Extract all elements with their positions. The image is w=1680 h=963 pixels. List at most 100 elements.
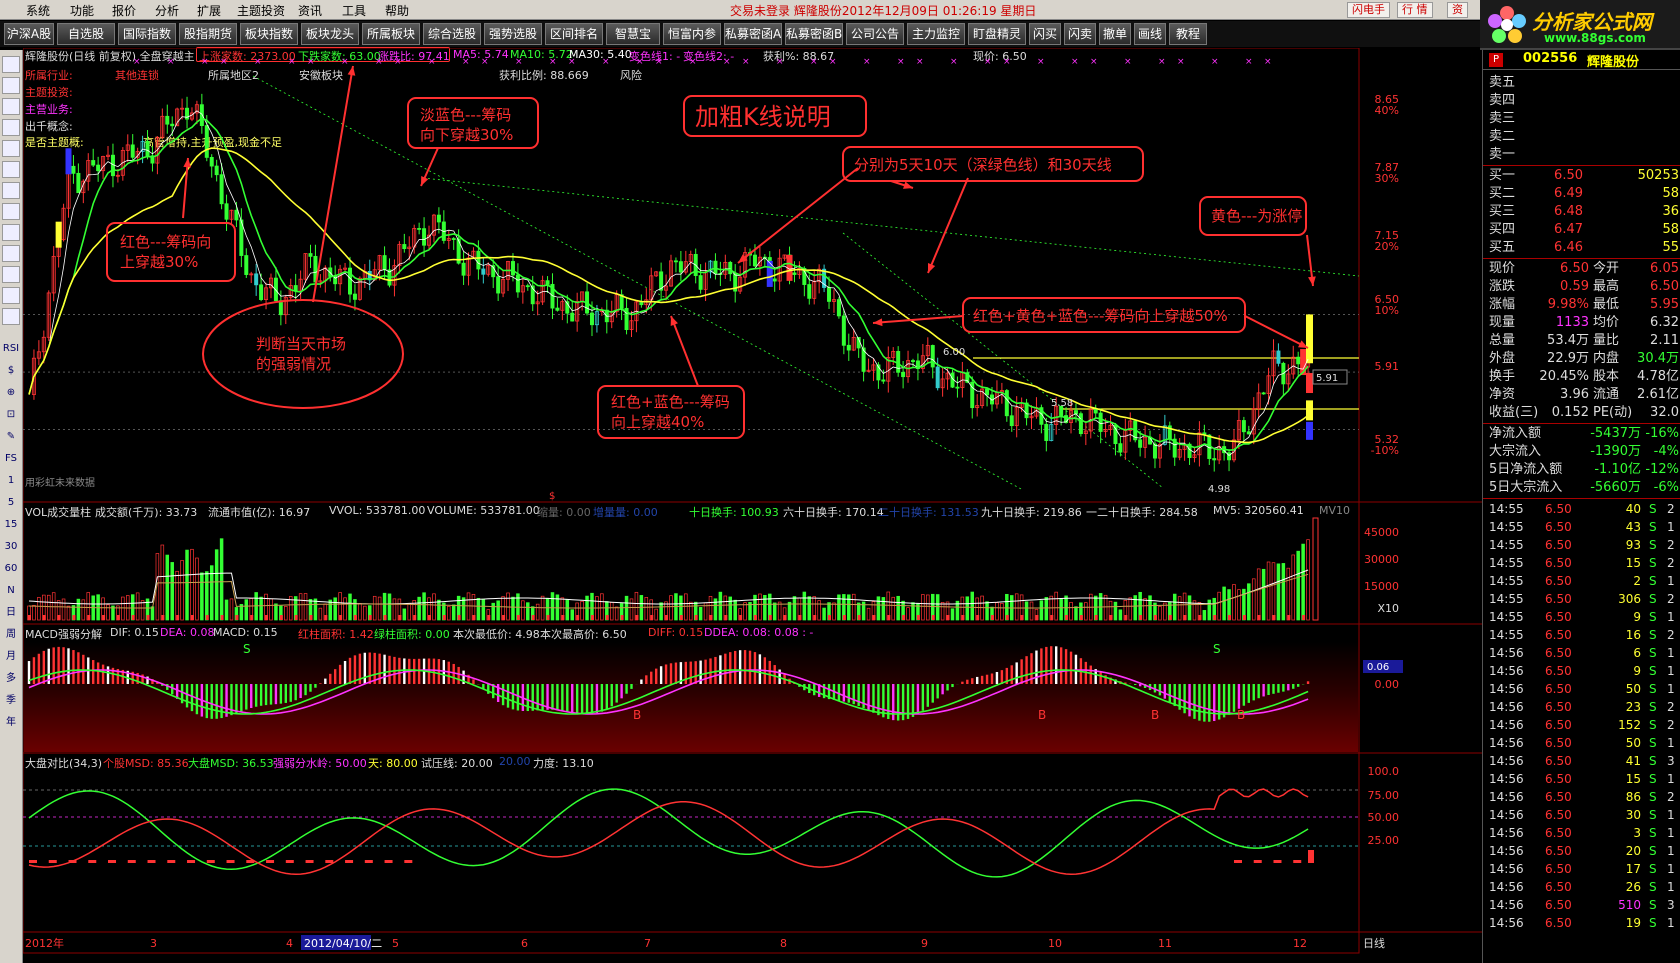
- quote-button[interactable]: 行 情: [1397, 2, 1433, 18]
- tab-10[interactable]: 智慧宝: [606, 23, 660, 45]
- bid-label-1: 买二: [1489, 186, 1516, 201]
- tool-icon-3[interactable]: [2, 119, 20, 136]
- volume-bar: [659, 602, 663, 621]
- tool-2[interactable]: ⊕: [2, 384, 20, 401]
- menu-help[interactable]: 帮助: [385, 2, 409, 19]
- tool-icon-2[interactable]: [2, 98, 20, 115]
- tab-20[interactable]: 画线: [1134, 23, 1166, 45]
- tool-15[interactable]: 多: [2, 670, 20, 687]
- tool-icon-12[interactable]: [2, 308, 20, 325]
- tool-icon-5[interactable]: [2, 161, 20, 178]
- tool-icon-4[interactable]: [2, 140, 20, 157]
- tab-17[interactable]: 闪买: [1029, 23, 1061, 45]
- tool-16[interactable]: 季: [2, 692, 20, 709]
- macd-bar: [245, 684, 248, 710]
- tool-10[interactable]: 60: [2, 560, 20, 577]
- tool-8[interactable]: 15: [2, 516, 20, 533]
- tab-0[interactable]: 沪深A股: [4, 23, 54, 45]
- pin-icon[interactable]: P: [1489, 53, 1503, 67]
- tool-icon-7[interactable]: [2, 203, 20, 220]
- tool-icon-6[interactable]: [2, 182, 20, 199]
- tool-12[interactable]: 日: [2, 604, 20, 621]
- tick-row: 14:56 6.50 15 S 1: [1483, 770, 1680, 788]
- volume-bar: [684, 593, 688, 621]
- vol-ground-mark: [1065, 615, 1069, 620]
- tab-9[interactable]: 区间排名: [545, 23, 603, 45]
- volume-bar: [61, 598, 66, 621]
- stat-row: 总量 53.4万 量比 2.11: [1483, 332, 1680, 350]
- stat-label-a-5: 外盘: [1489, 351, 1516, 366]
- macd-bar: [338, 664, 342, 684]
- tick-time-21: 14:56: [1489, 880, 1524, 894]
- tool-icon-0[interactable]: [2, 56, 20, 73]
- chart-area[interactable]: × × × × × × × × × × × × × × × × × × × × × × × × × × × × × × × × × × × × × × × ×…: [23, 48, 1482, 963]
- tab-21[interactable]: 教程: [1169, 23, 1207, 45]
- tick-price-17: 6.50: [1545, 808, 1572, 822]
- volume-bar: [32, 604, 36, 621]
- tab-12[interactable]: 私募密函A: [724, 23, 782, 45]
- macd-bar: [32, 657, 36, 684]
- macd-bar: [250, 684, 253, 709]
- tool-11[interactable]: N: [2, 582, 20, 599]
- volume-bar: [1202, 610, 1207, 621]
- info-button[interactable]: 资: [1447, 2, 1468, 18]
- tool-5[interactable]: FS: [2, 450, 20, 467]
- tab-8[interactable]: 强势选股: [484, 23, 542, 45]
- macd-bar: [1188, 684, 1191, 717]
- signal-mark: ×: [776, 57, 784, 67]
- tool-0[interactable]: RSI: [2, 340, 20, 357]
- menu-quote[interactable]: 报价: [112, 2, 136, 19]
- tab-5[interactable]: 板块龙头: [301, 23, 359, 45]
- ask-row: 卖三: [1483, 110, 1680, 128]
- vol-ground-mark: [442, 615, 446, 620]
- volume-bar: [451, 604, 456, 621]
- flash-trade-button[interactable]: 闪电手: [1347, 2, 1390, 18]
- tab-6[interactable]: 所属板块: [362, 23, 420, 45]
- stat-label-b-2: 最低: [1593, 297, 1620, 312]
- volume-bar: [1039, 600, 1044, 621]
- tab-4[interactable]: 板块指数: [240, 23, 298, 45]
- tab-13[interactable]: 私募密函B: [785, 23, 843, 45]
- tab-19[interactable]: 撤单: [1099, 23, 1131, 45]
- vol-ground-mark: [1020, 615, 1024, 620]
- tool-1[interactable]: $: [2, 362, 20, 379]
- tab-2[interactable]: 国际指数: [118, 23, 176, 45]
- menu-analysis[interactable]: 分析: [155, 2, 179, 19]
- tool-17[interactable]: 年: [2, 714, 20, 731]
- tool-icon-11[interactable]: [2, 287, 20, 304]
- tool-3[interactable]: ⊡: [2, 406, 20, 423]
- menu-extend[interactable]: 扩展: [197, 2, 221, 19]
- tab-18[interactable]: 闪卖: [1064, 23, 1096, 45]
- tab-15[interactable]: 主力监控: [907, 23, 965, 45]
- menu-system[interactable]: 系统: [26, 2, 50, 19]
- tab-11[interactable]: 恒富内参: [663, 23, 721, 45]
- tab-7[interactable]: 综合选股: [423, 23, 481, 45]
- tool-icon-8[interactable]: [2, 224, 20, 241]
- signal-mark: ×: [655, 57, 663, 67]
- tool-icon-1[interactable]: [2, 77, 20, 94]
- tool-9[interactable]: 30: [2, 538, 20, 555]
- tick-price-21: 6.50: [1545, 880, 1572, 894]
- menu-theme[interactable]: 主题投资: [237, 2, 285, 19]
- menu-news[interactable]: 资讯: [298, 2, 322, 19]
- tick-row: 14:56 6.50 20 S 1: [1483, 842, 1680, 860]
- vol-ground-mark: [279, 615, 283, 620]
- tool-icon-9[interactable]: [2, 245, 20, 262]
- tool-7[interactable]: 5: [2, 494, 20, 511]
- menu-tools[interactable]: 工具: [342, 2, 366, 19]
- tab-14[interactable]: 公司公告: [846, 23, 904, 45]
- vol-ground-mark: [1183, 615, 1187, 620]
- volume-bar: [481, 598, 486, 621]
- tool-6[interactable]: 1: [2, 472, 20, 489]
- vol-ground-mark: [635, 615, 639, 620]
- tool-13[interactable]: 周: [2, 626, 20, 643]
- tab-1[interactable]: 自选股: [57, 23, 115, 45]
- tab-3[interactable]: 股指期货: [179, 23, 237, 45]
- tool-4[interactable]: ✎: [2, 428, 20, 445]
- tool-14[interactable]: 月: [2, 648, 20, 665]
- candle-body: [451, 238, 456, 240]
- menu-function[interactable]: 功能: [70, 2, 94, 19]
- tab-16[interactable]: 盯盘精灵: [968, 23, 1026, 45]
- tool-icon-10[interactable]: [2, 266, 20, 283]
- stat-val-a-5: 22.9万: [1547, 351, 1589, 366]
